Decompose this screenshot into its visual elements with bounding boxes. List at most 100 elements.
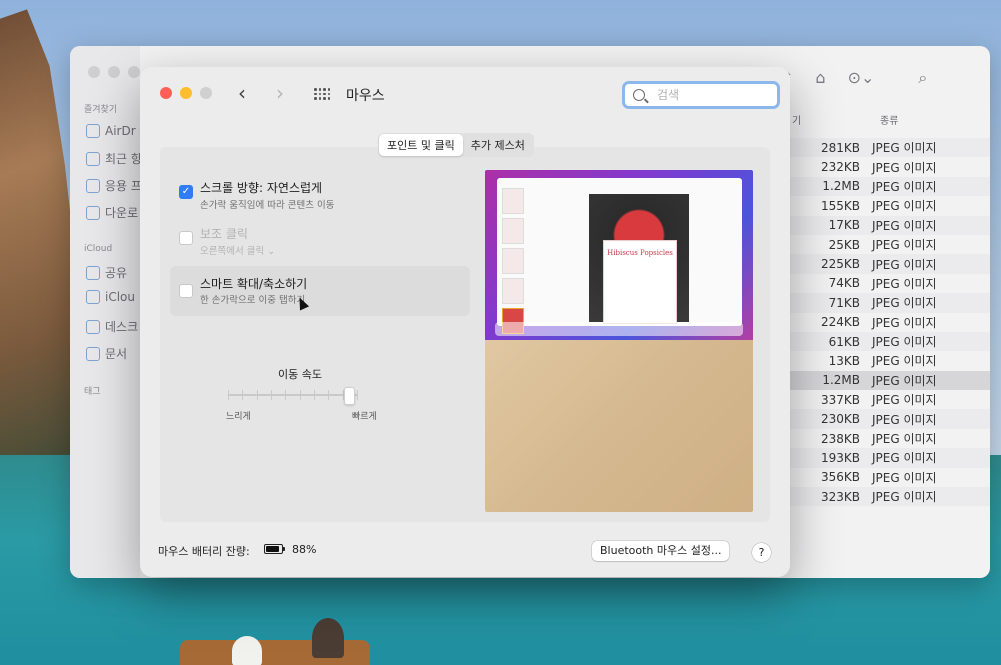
file-row[interactable]: 17KB JPEG 이미지 bbox=[788, 215, 990, 235]
file-row[interactable]: 238KB JPEG 이미지 bbox=[788, 429, 990, 448]
preview-desk bbox=[485, 340, 753, 512]
file-size: 232KB bbox=[820, 160, 860, 175]
more-icon[interactable]: ⊙⌄ bbox=[848, 68, 875, 88]
secondary-click-dropdown[interactable]: 오른쪽에서 클릭 ⌄ bbox=[200, 243, 275, 257]
mouse-preferences-window: ‹ › 마우스 ✓ 스크롤 방향: 자연스럽게 손가락 움직임에 따라 콘텐츠 … bbox=[140, 67, 790, 577]
forward-button[interactable]: › bbox=[276, 81, 284, 105]
file-row[interactable]: 74KB JPEG 이미지 bbox=[788, 274, 990, 293]
file-size: 281KB bbox=[820, 140, 860, 155]
option-subtitle: 손가락 움직임에 따라 콘텐츠 이동 bbox=[200, 200, 335, 211]
zoom-button[interactable] bbox=[200, 87, 212, 99]
file-kind: JPEG 이미지 bbox=[872, 257, 937, 272]
file-kind: JPEG 이미지 bbox=[872, 451, 937, 466]
file-kind: JPEG 이미지 bbox=[872, 160, 937, 175]
finder-toolbar: ⇪ ⌂ ⊙⌄ ⌕ bbox=[780, 68, 927, 88]
preview-dock bbox=[495, 322, 743, 336]
help-button[interactable]: ? bbox=[752, 543, 771, 562]
search-input[interactable] bbox=[655, 87, 769, 103]
bluetooth-mouse-settings-button[interactable]: Bluetooth 마우스 설정... bbox=[592, 541, 730, 561]
file-row[interactable]: 356KB JPEG 이미지 bbox=[788, 468, 990, 487]
file-row[interactable]: 1.2MB JPEG 이미지 bbox=[788, 176, 990, 197]
file-row[interactable]: 225KB JPEG 이미지 bbox=[788, 254, 990, 274]
file-size: 25KB bbox=[828, 237, 860, 252]
file-row[interactable]: 61KB JPEG 이미지 bbox=[788, 331, 990, 352]
file-size: 13KB bbox=[828, 353, 860, 368]
secondary-click-checkbox[interactable] bbox=[179, 231, 193, 245]
tag-icon[interactable]: ⌂ bbox=[815, 68, 825, 88]
finder-sidebar-item-airdrop[interactable]: AirDr bbox=[86, 124, 136, 138]
file-row[interactable]: 337KB JPEG 이미지 bbox=[788, 390, 990, 409]
tracking-speed-knob[interactable] bbox=[343, 387, 355, 405]
file-list: 281KB JPEG 이미지 232KB JPEG 이미지 1.2MB JPEG 이미지 1… bbox=[788, 138, 990, 507]
option-smart-zoom[interactable]: 스마트 확대/축소하기 한 손가락으로 이중 탭하기 bbox=[170, 266, 470, 316]
file-row[interactable]: 13KB JPEG 이미지 bbox=[788, 351, 990, 370]
file-row[interactable]: 193KB JPEG 이미지 bbox=[788, 448, 990, 468]
finder-sidebar-item-label: 데스크 bbox=[105, 320, 139, 334]
tab-point-and-click[interactable]: 포인트 및 클릭 bbox=[379, 134, 463, 156]
file-row[interactable]: 155KB JPEG 이미지 bbox=[788, 196, 990, 215]
finder-sidebar-item-icloud-drive[interactable]: iClou bbox=[86, 290, 135, 304]
finder-close-button[interactable] bbox=[88, 66, 100, 78]
file-row[interactable]: 323KB JPEG 이미지 bbox=[788, 487, 990, 507]
smart-zoom-checkbox[interactable] bbox=[179, 284, 193, 298]
title-bar: ‹ › 마우스 bbox=[140, 67, 790, 121]
slider-min-label: 느리게 bbox=[226, 412, 251, 422]
file-kind: JPEG 이미지 bbox=[872, 276, 937, 291]
column-header-kind[interactable]: 종류 bbox=[880, 112, 898, 127]
file-kind: JPEG 이미지 bbox=[872, 432, 937, 447]
finder-sidebar-item-downloads[interactable]: 다운로 bbox=[86, 204, 138, 221]
back-button[interactable]: ‹ bbox=[238, 81, 246, 105]
finder-sidebar-item-documents[interactable]: 문서 bbox=[86, 345, 127, 362]
finder-sidebar-item-label: 응용 프 bbox=[105, 179, 142, 193]
finder-sidebar-item-label: 다운로 bbox=[105, 206, 139, 220]
option-secondary-click[interactable]: 보조 클릭 오른쪽에서 클릭 ⌄ bbox=[170, 217, 470, 257]
file-row[interactable]: 281KB JPEG 이미지 bbox=[788, 138, 990, 158]
show-all-grid-icon[interactable] bbox=[314, 88, 330, 100]
option-title: 스마트 확대/축소하기 bbox=[200, 277, 308, 291]
column-header-size[interactable]: 기 bbox=[792, 112, 801, 127]
file-size: 224KB bbox=[820, 315, 860, 330]
finder-sidebar: 즐겨찾기 AirDr 최근 항 응용 프 다운로 iCloud 공유 iClou… bbox=[70, 46, 142, 578]
document-icon bbox=[86, 346, 100, 361]
tab-more-gestures[interactable]: 추가 제스처 bbox=[463, 134, 533, 156]
battery-percentage: 88% bbox=[292, 543, 317, 556]
wallpaper-person bbox=[312, 618, 344, 658]
preview-screen: Hibiscus Popsicles bbox=[485, 170, 753, 340]
slider-max-label: 빠르게 bbox=[352, 412, 377, 422]
file-row[interactable]: 25KB JPEG 이미지 bbox=[788, 235, 990, 254]
file-row[interactable]: 232KB JPEG 이미지 bbox=[788, 157, 990, 176]
file-kind: JPEG 이미지 bbox=[872, 490, 937, 505]
preview-card-title: Hibiscus Popsicles bbox=[607, 249, 673, 257]
battery-label: 마우스 배터리 잔량: bbox=[158, 545, 250, 558]
option-scroll-direction[interactable]: ✓ 스크롤 방향: 자연스럽게 손가락 움직임에 따라 콘텐츠 이동 bbox=[170, 171, 470, 211]
finder-sidebar-item-label: iClou bbox=[105, 290, 135, 304]
finder-sidebar-item-recents[interactable]: 최근 항 bbox=[86, 150, 142, 167]
file-size: 193KB bbox=[820, 450, 860, 465]
finder-sidebar-item-desktop[interactable]: 데스크 bbox=[86, 318, 138, 335]
finder-sidebar-item-label: 최근 항 bbox=[105, 152, 142, 166]
search-icon[interactable]: ⌕ bbox=[918, 68, 927, 88]
file-kind: JPEG 이미지 bbox=[872, 179, 937, 194]
finder-minimize-button[interactable] bbox=[108, 66, 120, 78]
file-row[interactable]: 71KB JPEG 이미지 bbox=[788, 293, 990, 313]
file-size: 238KB bbox=[820, 431, 860, 446]
scroll-direction-checkbox[interactable]: ✓ bbox=[179, 185, 193, 199]
minimize-button[interactable] bbox=[180, 87, 192, 99]
preview-document-window: Hibiscus Popsicles bbox=[497, 178, 742, 334]
file-row[interactable]: 230KB JPEG 이미지 bbox=[788, 409, 990, 429]
close-button[interactable] bbox=[160, 87, 172, 99]
file-row[interactable]: 1.2MB JPEG 이미지 bbox=[788, 370, 990, 391]
wallpaper-person bbox=[232, 636, 262, 665]
finder-sidebar-item-shared[interactable]: 공유 bbox=[86, 264, 127, 281]
finder-zoom-button[interactable] bbox=[128, 66, 140, 78]
clock-icon bbox=[86, 151, 100, 166]
applications-icon bbox=[86, 178, 100, 193]
file-row[interactable]: 224KB JPEG 이미지 bbox=[788, 313, 990, 332]
file-size: 1.2MB bbox=[822, 373, 860, 388]
file-size: 155KB bbox=[820, 198, 860, 213]
preview-recipe-card: Hibiscus Popsicles bbox=[603, 240, 677, 324]
file-kind: JPEG 이미지 bbox=[872, 218, 937, 233]
search-field[interactable] bbox=[622, 81, 780, 109]
finder-sidebar-item-applications[interactable]: 응용 프 bbox=[86, 177, 142, 194]
preview-thumbnail bbox=[502, 248, 524, 274]
